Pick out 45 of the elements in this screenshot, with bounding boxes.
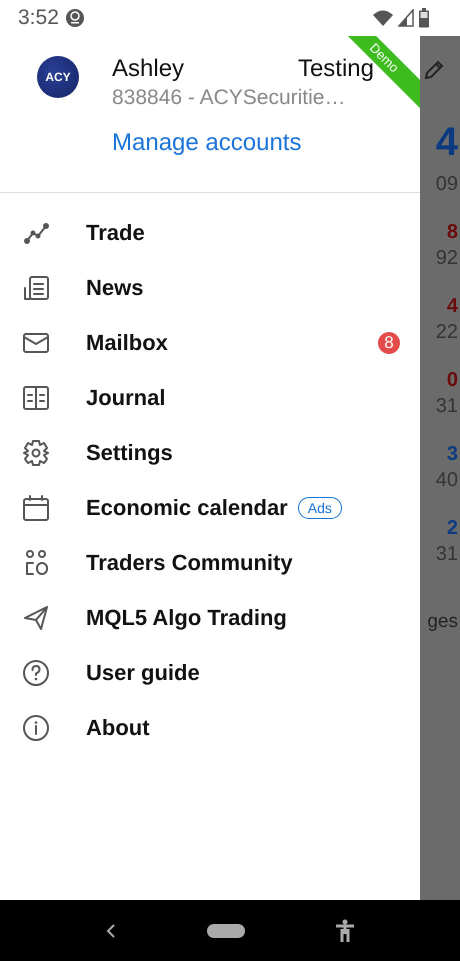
unread-count-badge: 8 [378, 332, 400, 354]
menu-item[interactable]: MQL5 Algo Trading [0, 590, 420, 645]
price-digit: 8 [446, 222, 458, 244]
menu-item[interactable]: User guide [0, 645, 420, 700]
home-button[interactable] [207, 924, 245, 938]
settings-icon [22, 438, 50, 466]
price-digits: 92 [436, 248, 458, 271]
clock-time: 3:52 [18, 6, 59, 30]
book-icon [22, 384, 50, 412]
wifi-icon [372, 9, 394, 27]
tab-label: ges [427, 612, 458, 631]
price-digits: 09 [436, 174, 458, 197]
manage-accounts-link[interactable]: Manage accounts [112, 128, 374, 158]
price-digit: 4 [446, 296, 458, 318]
back-icon [105, 922, 117, 940]
calendar-icon [22, 494, 50, 522]
price-digit: 0 [446, 370, 458, 392]
info-icon [22, 714, 50, 742]
menu-item[interactable]: Journal [0, 370, 420, 425]
price-digit: 2 [446, 518, 458, 540]
account-number: 838846 - ACYSecuritie… [112, 85, 346, 111]
account-logo: ACY [37, 56, 79, 98]
menu-item[interactable]: About [0, 700, 420, 755]
edit-icon [422, 58, 446, 82]
accessibility-icon [335, 918, 355, 942]
price-digit: 3 [446, 444, 458, 466]
notification-icon [64, 8, 85, 28]
help-icon [22, 658, 50, 686]
price-digit: 4 [436, 122, 458, 166]
menu-item[interactable]: Economic calendar Ads [0, 480, 420, 535]
signal-icon [398, 9, 414, 27]
menu-item[interactable]: News [0, 260, 420, 315]
newspaper-icon [22, 274, 50, 302]
menu-item[interactable]: Trade [0, 205, 420, 260]
price-digits: 31 [436, 544, 458, 567]
price-digits: 40 [436, 470, 458, 493]
first-name: Ashley [112, 54, 184, 84]
paper-plane-icon [22, 604, 50, 632]
menu-item[interactable]: Settings [0, 425, 420, 480]
menu-item[interactable]: Traders Community [0, 535, 420, 590]
menu-item[interactable]: Mailbox 8 [0, 315, 420, 370]
battery-icon [418, 8, 430, 28]
ads-tag: Ads [298, 496, 342, 518]
price-digits: 31 [436, 396, 458, 419]
price-digits: 22 [436, 322, 458, 345]
